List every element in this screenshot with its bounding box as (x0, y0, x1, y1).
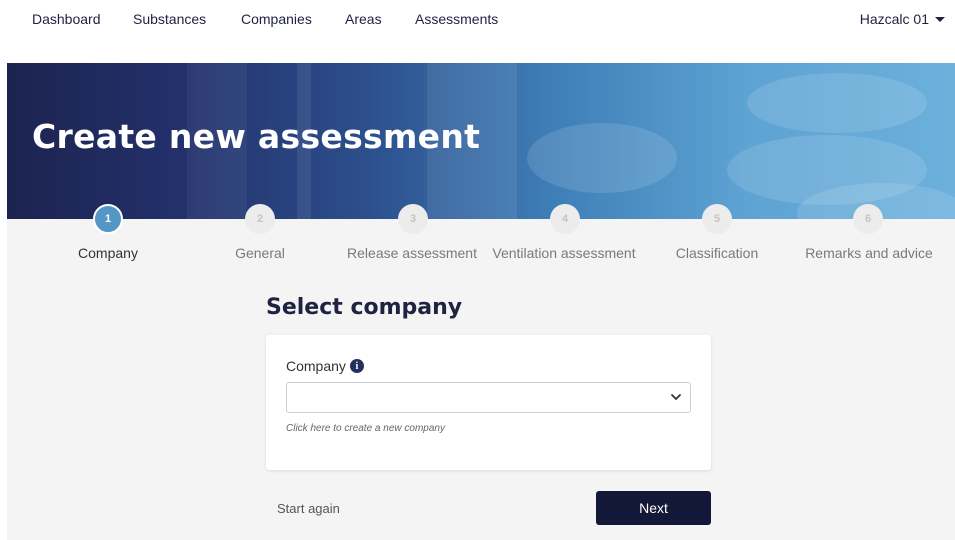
nav-substances[interactable]: Substances (133, 11, 206, 27)
step-5-label[interactable]: Classification (676, 245, 758, 261)
hero-decor-tank (747, 73, 927, 133)
step-number: 5 (713, 213, 721, 225)
step-5-indicator[interactable]: 5 (702, 204, 732, 234)
step-number: 6 (864, 213, 872, 225)
top-navigation: Dashboard Substances Companies Areas Ass… (0, 0, 955, 40)
create-company-link[interactable]: Click here to create a new company (286, 423, 445, 434)
nav-dashboard[interactable]: Dashboard (32, 11, 101, 27)
step-number: 3 (409, 213, 417, 225)
step-number: 1 (104, 213, 112, 225)
company-card: Company i Click here to create a new com… (266, 335, 711, 470)
step-4-indicator[interactable]: 4 (550, 204, 580, 234)
step-2-label[interactable]: General (235, 245, 285, 261)
step-3-indicator[interactable]: 3 (398, 204, 428, 234)
step-3-label[interactable]: Release assessment (347, 245, 477, 261)
step-number: 2 (256, 213, 264, 225)
hero-decor-tank (527, 123, 677, 193)
step-number: 4 (561, 213, 569, 225)
step-6-indicator[interactable]: 6 (853, 204, 883, 234)
step-1-indicator[interactable]: 1 (93, 204, 123, 234)
user-name: Hazcalc 01 (859, 11, 929, 27)
main-content: Create new assessment 1 2 3 4 5 6 Compan… (7, 63, 955, 540)
next-button[interactable]: Next (596, 491, 711, 525)
nav-companies[interactable]: Companies (241, 11, 312, 27)
hero-banner: Create new assessment (7, 63, 955, 219)
company-field-label: Company i (286, 358, 364, 374)
section-title: Select company (266, 295, 463, 320)
user-menu[interactable]: Hazcalc 01 (860, 11, 945, 27)
page-title: Create new assessment (32, 117, 481, 156)
chevron-down-icon (671, 394, 681, 400)
nav-assessments[interactable]: Assessments (415, 11, 498, 27)
step-2-indicator[interactable]: 2 (245, 204, 275, 234)
company-select[interactable] (286, 382, 691, 413)
start-again-link[interactable]: Start again (277, 501, 340, 516)
caret-down-icon (935, 16, 945, 22)
nav-areas[interactable]: Areas (345, 11, 382, 27)
company-label-text: Company (286, 358, 346, 374)
step-4-label[interactable]: Ventilation assessment (492, 245, 635, 261)
step-1-label[interactable]: Company (78, 245, 138, 261)
info-icon[interactable]: i (349, 359, 364, 373)
step-6-label[interactable]: Remarks and advice (805, 245, 933, 261)
